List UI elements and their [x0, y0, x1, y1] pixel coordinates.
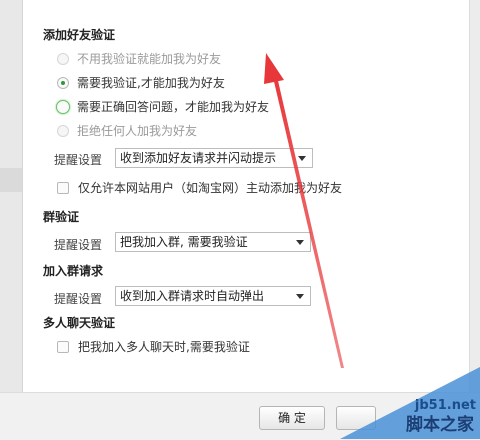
site-watermark: jb51.net 脚本之家: [340, 367, 480, 439]
arrow-head: [264, 53, 284, 84]
watermark-name: 脚本之家: [406, 415, 474, 435]
arrow-shaft: [272, 72, 344, 368]
